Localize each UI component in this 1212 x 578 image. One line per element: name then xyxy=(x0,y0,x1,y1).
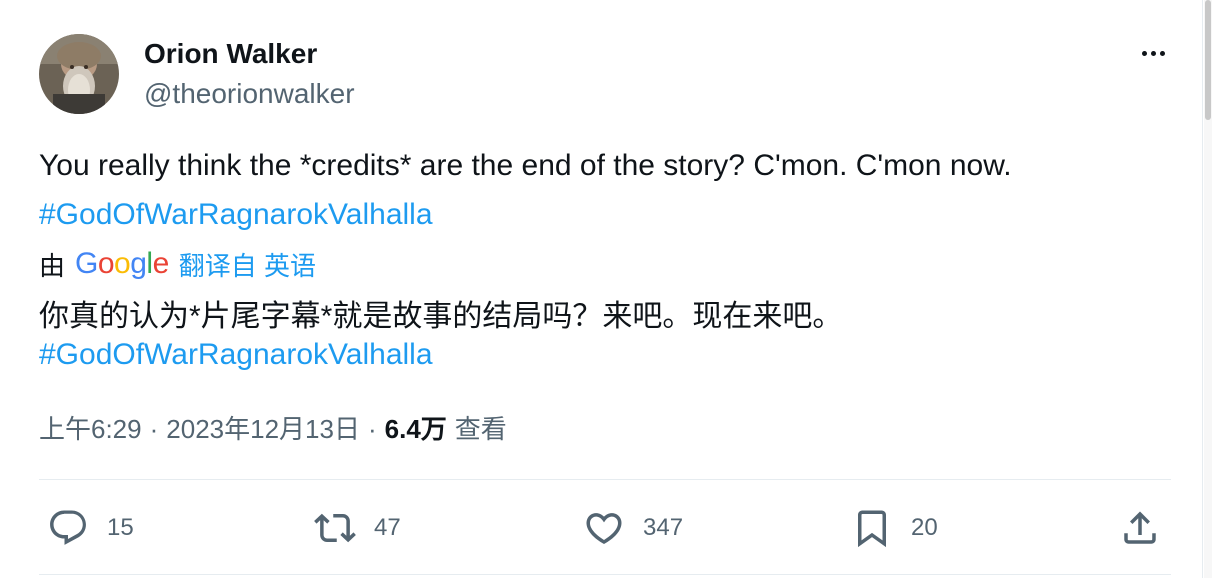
translated-by-label: 由 xyxy=(39,250,66,281)
retweet-icon xyxy=(314,513,356,543)
avatar[interactable] xyxy=(39,34,119,114)
more-options-button[interactable] xyxy=(1133,38,1173,68)
reply-button[interactable]: 15 xyxy=(47,506,134,550)
reply-icon xyxy=(50,510,86,545)
bookmark-button[interactable]: 20 xyxy=(851,506,938,550)
tweet-time[interactable]: 上午6:29 xyxy=(39,409,142,449)
more-dot-icon xyxy=(1141,50,1147,56)
scrollbar-thumb[interactable] xyxy=(1205,0,1211,120)
share-icon xyxy=(1124,511,1156,544)
retweet-button[interactable]: 47 xyxy=(314,506,401,550)
meta-separator: · xyxy=(149,414,159,444)
like-count: 347 xyxy=(643,514,684,541)
author-handle[interactable]: @theorionwalker xyxy=(144,76,355,112)
share-button[interactable] xyxy=(1119,506,1161,550)
bookmark-icon xyxy=(858,510,886,548)
like-button[interactable]: 347 xyxy=(583,506,683,550)
reply-count: 15 xyxy=(107,514,134,541)
views-count: 6.4万 xyxy=(384,414,447,444)
translated-hashtag-link[interactable]: #GodOfWarRagnarokValhalla xyxy=(39,335,433,375)
translation-attribution: 由 Google 翻译自 英语 xyxy=(39,244,316,284)
retweet-count: 47 xyxy=(374,514,401,541)
tweet-date[interactable]: 2023年12月13日 xyxy=(166,409,360,449)
more-dot-icon xyxy=(1150,50,1156,56)
google-logo: Google xyxy=(75,247,169,280)
divider xyxy=(39,479,1171,480)
tweet-text: You really think the *credits* are the e… xyxy=(39,149,1012,182)
hashtag-link[interactable]: #GodOfWarRagnarokValhalla xyxy=(39,195,433,235)
heart-icon xyxy=(586,513,622,545)
views-label: 查看 xyxy=(454,414,507,444)
translated-text: 你真的认为*片尾字幕*就是故事的结局吗？来吧。现在来吧。 xyxy=(39,300,843,333)
tweet-meta: 上午6:29 · 2023年12月13日 · 6.4万 查看 xyxy=(39,409,507,449)
translated-from-link[interactable]: 翻译自 英语 xyxy=(179,246,316,283)
scrollbar[interactable] xyxy=(1204,0,1212,578)
bookmark-count: 20 xyxy=(911,514,938,541)
divider xyxy=(39,574,1171,575)
more-dot-icon xyxy=(1159,50,1165,56)
meta-separator: · xyxy=(367,414,377,444)
user-avatar-photo-icon xyxy=(39,34,119,114)
author-name[interactable]: Orion Walker xyxy=(144,36,317,72)
